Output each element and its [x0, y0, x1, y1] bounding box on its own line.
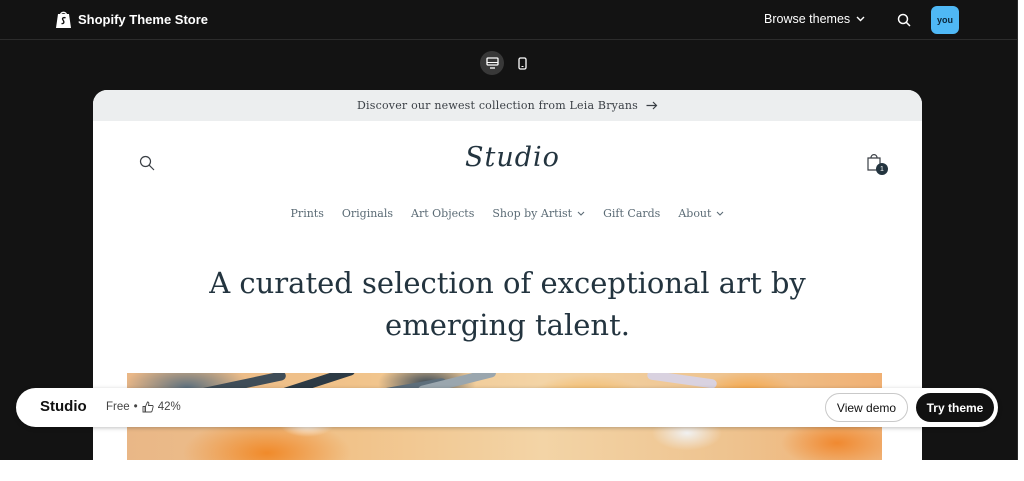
meta-separator: •	[133, 401, 138, 413]
desktop-view-button[interactable]	[480, 51, 504, 75]
view-demo-button[interactable]: View demo	[825, 393, 908, 422]
store-search-icon[interactable]	[139, 155, 155, 171]
theme-name: Studio	[40, 398, 87, 415]
chevron-down-icon	[856, 16, 865, 22]
hero-headline: A curated selection of exceptional art b…	[93, 262, 922, 346]
device-toggle	[480, 51, 534, 75]
nav-item-prints[interactable]: Prints	[291, 207, 324, 220]
nav-item-shop-by-artist[interactable]: Shop by Artist	[492, 207, 585, 220]
nav-item-label: Prints	[290, 207, 324, 220]
browse-themes-label: Browse themes	[764, 12, 851, 26]
theme-store-app: Shopify Theme Store Browse themes you Di…	[0, 0, 1018, 460]
theme-price: Free	[106, 401, 130, 413]
desktop-icon	[485, 57, 499, 69]
nav-item-gift-cards[interactable]: Gift Cards	[603, 207, 660, 220]
browse-themes-dropdown[interactable]: Browse themes	[764, 12, 865, 26]
nav-item-label: Shop by Artist	[492, 207, 573, 220]
announcement-bar[interactable]: Discover our newest collection from Leia…	[93, 90, 922, 121]
user-avatar[interactable]: you	[931, 6, 959, 34]
nav-item-label: About	[678, 207, 712, 220]
top-navigation-bar: Shopify Theme Store Browse themes you	[0, 0, 1017, 40]
mobile-icon	[517, 56, 527, 70]
chevron-down-icon	[577, 211, 585, 216]
shopify-logo[interactable]: Shopify Theme Store	[55, 10, 208, 29]
chevron-down-icon	[717, 211, 724, 216]
mobile-view-button[interactable]	[510, 51, 534, 75]
shopify-bag-icon	[56, 11, 71, 28]
nav-item-art-objects[interactable]: Art Objects	[411, 207, 474, 220]
thumbs-up-icon	[142, 401, 154, 413]
studio-logo[interactable]: Studio	[465, 142, 560, 173]
store-title: Shopify Theme Store	[78, 12, 209, 27]
hero-headline-line-1: A curated selection of exceptional art b…	[209, 266, 806, 300]
theme-rating: 42%	[157, 401, 181, 413]
nav-item-label: Art Objects	[411, 207, 475, 220]
nav-item-about[interactable]: About	[678, 207, 724, 220]
nav-item-label: Originals	[341, 207, 394, 220]
store-navigation: Prints Originals Art Objects Shop by Art…	[93, 207, 922, 220]
store-header: Studio 1	[93, 121, 922, 201]
nav-item-label: Gift Cards	[603, 207, 661, 220]
hero-headline-line-2: emerging talent.	[385, 308, 630, 342]
try-theme-button[interactable]: Try theme	[916, 393, 994, 422]
announcement-text: Discover our newest collection from Leia…	[357, 99, 638, 112]
cart-count-badge: 1	[876, 163, 888, 175]
theme-meta: Free • 42%	[106, 401, 181, 413]
search-icon[interactable]	[897, 13, 911, 27]
theme-action-bar: Studio Free • 42% View demo Try theme	[16, 388, 998, 427]
cart-button[interactable]: 1	[866, 152, 888, 176]
arrow-right-icon	[646, 101, 658, 110]
nav-item-originals[interactable]: Originals	[342, 207, 393, 220]
